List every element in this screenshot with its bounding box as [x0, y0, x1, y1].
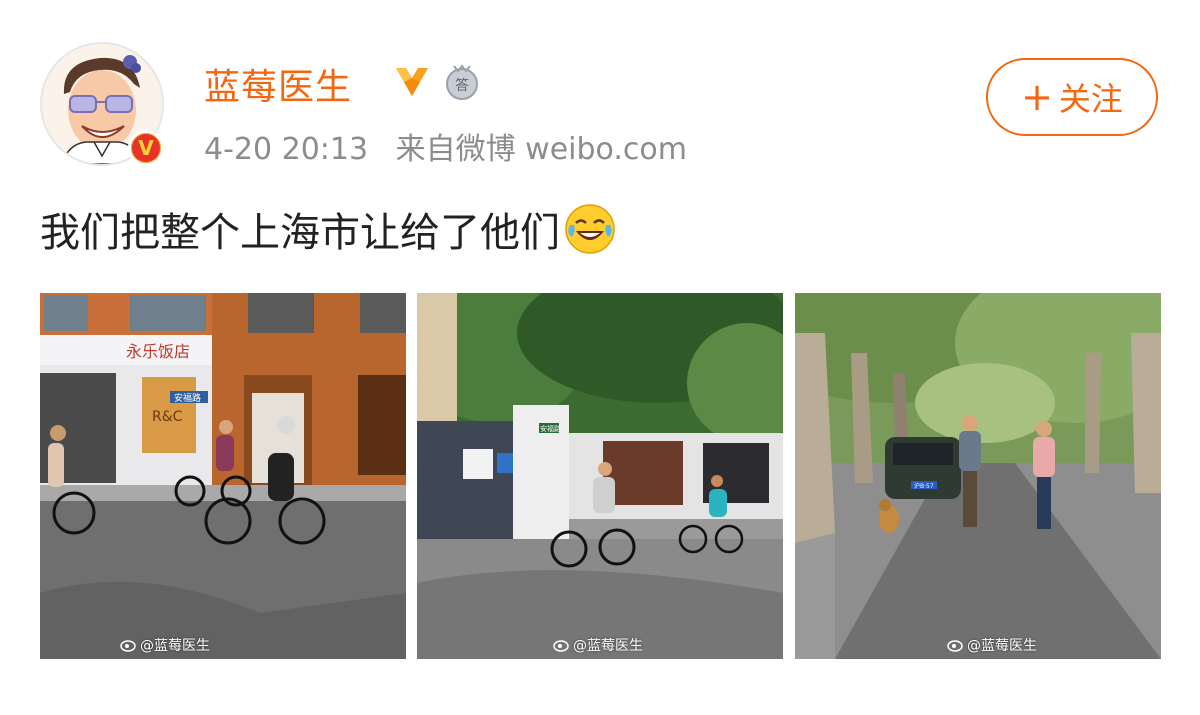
street-sign-2: 安福路 — [540, 424, 561, 433]
weibo-logo-icon — [947, 640, 963, 652]
license-plate: 沪B·57 — [914, 482, 934, 490]
svg-text:答: 答 — [455, 77, 469, 94]
photo-watermark: @蓝莓医生 — [947, 635, 1037, 655]
post-time[interactable]: 4-20 20:13 — [204, 132, 368, 167]
follow-button[interactable]: + 关注 — [986, 58, 1158, 136]
username[interactable]: 蓝莓医生 — [204, 58, 352, 110]
post-text: 我们把整个上海市让给了他们 — [40, 200, 616, 258]
plus-icon: + — [1021, 75, 1053, 119]
shop-sign: 永乐饭店 — [126, 342, 190, 361]
avatar-wrapper[interactable]: V — [40, 42, 164, 166]
medal-rank-icon[interactable] — [392, 62, 432, 102]
weibo-logo-icon — [553, 640, 569, 652]
post-photo-2[interactable]: 安福路 @蓝莓医生 — [417, 293, 783, 659]
post-photo-1[interactable]: 永乐饭店 R&C 安福路 @蓝莓医生 — [40, 293, 406, 659]
sign-box-label: R&C — [152, 409, 183, 425]
post-source: 来自微博 weibo.com — [395, 132, 687, 167]
photo-watermark: @蓝莓医生 — [120, 635, 210, 655]
verified-mark: V — [138, 136, 154, 160]
post-photo-3[interactable]: 沪B·57 @蓝莓医生 — [795, 293, 1161, 659]
answerer-badge-icon[interactable]: 答 — [444, 62, 480, 102]
post-body: 我们把整个上海市让给了他们 — [40, 210, 560, 256]
post-meta: 4-20 20:13 来自微博 weibo.com — [204, 124, 705, 168]
street-sign-1: 安福路 — [174, 392, 201, 404]
laughing-crying-emoji-icon — [565, 204, 615, 254]
weibo-logo-icon — [120, 640, 136, 652]
photo-watermark: @蓝莓医生 — [553, 635, 643, 655]
follow-label: 关注 — [1058, 80, 1123, 118]
verified-badge-icon: V — [128, 130, 164, 166]
